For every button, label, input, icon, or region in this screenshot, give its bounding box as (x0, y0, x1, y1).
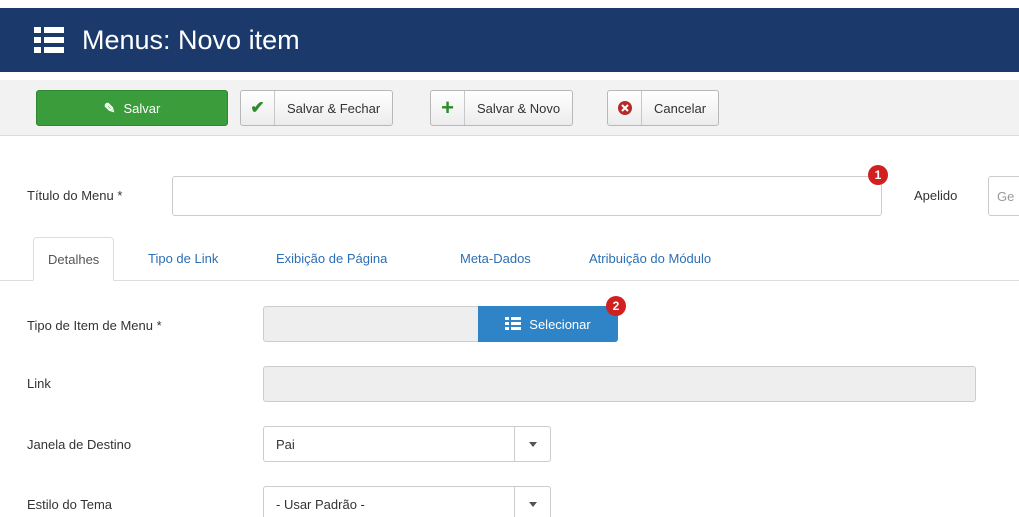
list-icon (34, 27, 64, 53)
chevron-down-icon (514, 487, 550, 517)
alias-input[interactable]: Ge (988, 176, 1019, 216)
tab-metadata[interactable]: Meta-Dados (446, 237, 545, 281)
tab-details[interactable]: Detalhes (33, 237, 115, 281)
target-window-label: Janela de Destino (27, 437, 132, 452)
menu-item-type-field (263, 306, 479, 342)
menu-title-input[interactable] (172, 176, 882, 216)
template-style-label: Estilo do Tema (27, 497, 113, 512)
tab-page-display[interactable]: Exibição de Página (262, 237, 401, 281)
chevron-down-icon (514, 427, 550, 461)
save-new-button[interactable]: + Salvar & Novo (430, 90, 574, 126)
toolbar: ✎ Salvar ✔ Salvar & Fechar + Salvar & No… (0, 80, 1019, 136)
link-label: Link (27, 376, 51, 391)
save-new-label: Salvar & Novo (477, 100, 561, 116)
save-button-label: Salvar (123, 100, 161, 116)
cancel-button[interactable]: Cancelar (607, 90, 720, 126)
plus-icon: + (431, 91, 465, 125)
edit-icon: ✎ (103, 99, 116, 116)
menu-item-type-label: Tipo de Item de Menu * (27, 318, 162, 333)
link-field (263, 366, 976, 402)
list-icon (505, 317, 522, 331)
callout-badge-2: 2 (606, 296, 626, 316)
save-button[interactable]: ✎ Salvar (36, 90, 228, 126)
tab-link-type[interactable]: Tipo de Link (134, 237, 232, 281)
tab-module-assignment[interactable]: Atribuição do Módulo (575, 237, 725, 281)
select-button[interactable]: Selecionar (478, 306, 618, 342)
page-header: Menus: Novo item (0, 8, 1019, 72)
target-window-value: Pai (276, 436, 295, 452)
target-window-select[interactable]: Pai (263, 426, 551, 462)
template-style-select[interactable]: - Usar Padrão - (263, 486, 551, 517)
cancel-label: Cancelar (654, 100, 707, 116)
alias-label: Apelido (914, 188, 958, 203)
tab-bar: Detalhes Tipo de Link Exibição de Página… (0, 237, 1019, 281)
select-button-label: Selecionar (529, 316, 591, 332)
check-icon: ✔ (241, 91, 275, 125)
save-close-label: Salvar & Fechar (287, 100, 381, 116)
callout-badge-1: 1 (868, 165, 888, 185)
cancel-icon (608, 91, 642, 125)
page-title: Menus: Novo item (82, 24, 300, 55)
menu-title-label: Título do Menu * (27, 188, 123, 203)
save-close-button[interactable]: ✔ Salvar & Fechar (240, 90, 394, 126)
template-style-value: - Usar Padrão - (276, 496, 365, 512)
